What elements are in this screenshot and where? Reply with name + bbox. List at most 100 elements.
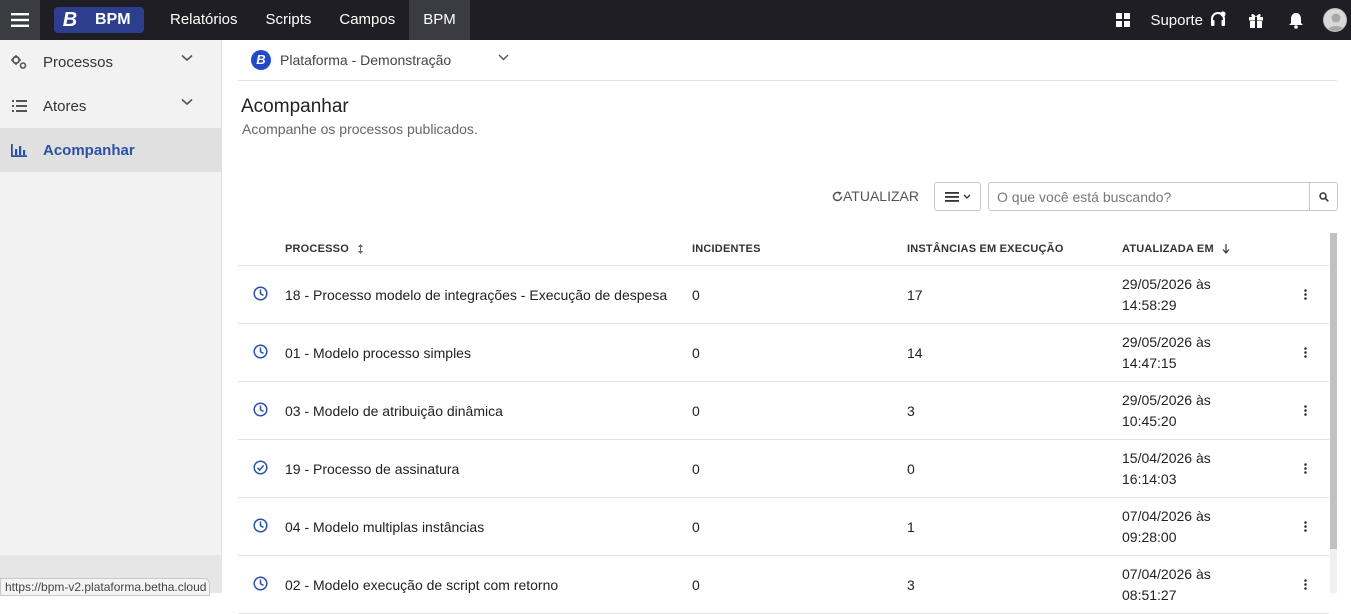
clock-icon — [253, 575, 268, 594]
process-name[interactable]: 04 - Modelo multiplas instâncias — [285, 519, 484, 535]
updated-at: 07/04/2026 às 08:51:27 — [1122, 564, 1211, 606]
column-header-incidents[interactable]: INCIDENTES — [692, 243, 761, 255]
sort-both-icon — [357, 244, 363, 254]
support-link[interactable]: Suporte — [1150, 12, 1203, 29]
column-header-label: PROCESSO — [285, 243, 349, 255]
updated-date: 29/05/2026 às — [1122, 333, 1211, 350]
process-table: PROCESSO INCIDENTES INSTÂNCIAS EM EXECUÇ… — [238, 228, 1329, 614]
updated-time: 14:47:15 — [1122, 354, 1177, 371]
table-row[interactable]: 03 - Modelo de atribuição dinâmica 0 3 29/0… — [238, 382, 1329, 440]
updated-at: 15/04/2026 às 16:14:03 — [1122, 448, 1211, 490]
updated-date: 07/04/2026 às — [1122, 565, 1211, 582]
updated-time: 14:58:29 — [1122, 296, 1177, 313]
updated-date: 07/04/2026 às — [1122, 507, 1211, 524]
table-row[interactable]: 18 - Processo modelo de integrações - Ex… — [238, 266, 1329, 324]
updated-time: 08:51:27 — [1122, 586, 1177, 603]
status-url-tooltip: https://bpm-v2.plataforma.betha.cloud — [0, 578, 210, 596]
search-icon — [1318, 191, 1329, 202]
gift-icon[interactable] — [1245, 9, 1267, 31]
check-circle-icon — [253, 459, 268, 478]
search-button[interactable] — [1309, 183, 1337, 210]
sidebar-item-processos[interactable]: Processos — [0, 40, 221, 84]
instances-count: 3 — [907, 402, 915, 419]
menu-lines-icon — [944, 191, 959, 202]
brand-name: BPM — [95, 11, 131, 28]
incidents-count: 0 — [692, 286, 700, 303]
platform-logo-icon: B — [251, 50, 271, 70]
process-name[interactable]: 19 - Processo de assinatura — [285, 461, 459, 477]
sidebar-item-acompanhar[interactable]: Acompanhar — [0, 128, 221, 172]
list-icon — [10, 97, 28, 115]
refresh-icon — [832, 191, 843, 201]
column-header-instances[interactable]: INSTÂNCIAS EM EXECUÇÃO — [907, 243, 1064, 255]
row-actions-menu-icon[interactable] — [1304, 577, 1307, 593]
bell-icon[interactable] — [1285, 9, 1307, 31]
nav-item-scripts[interactable]: Scripts — [252, 0, 326, 40]
process-name[interactable]: 02 - Modelo execução de script com retor… — [285, 577, 558, 593]
updated-date: 29/05/2026 às — [1122, 275, 1211, 292]
updated-time: 09:28:00 — [1122, 528, 1177, 545]
updated-at: 07/04/2026 às 09:28:00 — [1122, 506, 1211, 548]
incidents-count: 0 — [692, 518, 700, 535]
incidents-count: 0 — [692, 576, 700, 593]
top-navbar: B BPM Relatórios Scripts Campos BPM Supo… — [0, 0, 1351, 40]
row-actions-menu-icon[interactable] — [1304, 287, 1307, 303]
updated-date: 29/05/2026 às — [1122, 391, 1211, 408]
user-avatar[interactable] — [1323, 8, 1347, 32]
column-header-label: INSTÂNCIAS EM EXECUÇÃO — [907, 243, 1064, 255]
clock-icon — [253, 401, 268, 420]
process-name[interactable]: 01 - Modelo processo simples — [285, 345, 471, 361]
table-scrollbar[interactable] — [1330, 233, 1337, 593]
page-title: Acompanhar — [241, 96, 349, 117]
platform-selector[interactable]: B Plataforma - Demonstração — [238, 40, 1337, 81]
refresh-button[interactable]: ATUALIZAR — [832, 188, 919, 204]
page-subtitle: Acompanhe os processos publicados. — [242, 121, 478, 137]
platform-selector-label: Plataforma - Demonstração — [280, 52, 452, 68]
brand-logo-button[interactable]: B BPM — [54, 7, 144, 33]
row-actions-menu-icon[interactable] — [1304, 345, 1307, 361]
apps-grid-icon[interactable] — [1112, 9, 1134, 31]
clock-icon — [253, 285, 268, 304]
filter-menu-button[interactable] — [934, 182, 981, 211]
sidebar: Processos Atores Acompanhar — [0, 40, 222, 593]
column-header-updated[interactable]: ATUALIZADA EM — [1122, 243, 1230, 255]
row-actions-menu-icon[interactable] — [1304, 461, 1307, 477]
table-row[interactable]: 19 - Processo de assinatura 0 0 15/04/2026 … — [238, 440, 1329, 498]
updated-time: 10:45:20 — [1122, 412, 1177, 429]
table-row[interactable]: 02 - Modelo execução de script com retor… — [238, 556, 1329, 614]
table-header: PROCESSO INCIDENTES INSTÂNCIAS EM EXECUÇ… — [238, 228, 1329, 266]
column-header-process[interactable]: PROCESSO — [285, 243, 364, 255]
refresh-label: ATUALIZAR — [843, 188, 919, 204]
table-row[interactable]: 04 - Modelo multiplas instâncias 0 1 07/04/… — [238, 498, 1329, 556]
updated-date: 15/04/2026 às — [1122, 449, 1211, 466]
headset-icon[interactable] — [1207, 9, 1229, 31]
updated-at: 29/05/2026 às 14:58:29 — [1122, 274, 1211, 316]
chevron-down-icon — [181, 54, 193, 62]
instances-count: 0 — [907, 460, 915, 477]
search-input[interactable] — [989, 183, 1309, 210]
clock-icon — [253, 343, 268, 362]
search-box — [988, 182, 1338, 211]
nav-item-relatorios[interactable]: Relatórios — [156, 0, 252, 40]
instances-count: 1 — [907, 518, 915, 535]
gears-icon — [10, 53, 28, 71]
scrollbar-thumb[interactable] — [1330, 233, 1337, 549]
incidents-count: 0 — [692, 344, 700, 361]
table-row[interactable]: 01 - Modelo processo simples 0 14 29/05/202… — [238, 324, 1329, 382]
chevron-down-icon — [181, 98, 193, 106]
row-actions-menu-icon[interactable] — [1304, 519, 1307, 535]
process-name[interactable]: 18 - Processo modelo de integrações - Ex… — [285, 287, 667, 303]
instances-count: 3 — [907, 576, 915, 593]
updated-at: 29/05/2026 às 14:47:15 — [1122, 332, 1211, 374]
process-name[interactable]: 03 - Modelo de atribuição dinâmica — [285, 403, 503, 419]
row-actions-menu-icon[interactable] — [1304, 403, 1307, 419]
menu-toggle-button[interactable] — [0, 0, 40, 40]
brand-logo-icon: B — [62, 9, 78, 31]
sidebar-item-label: Atores — [43, 97, 87, 115]
instances-count: 14 — [907, 344, 923, 361]
main-content: B Plataforma - Demonstração Acompanhar A… — [223, 40, 1351, 614]
nav-item-bpm[interactable]: BPM — [409, 0, 470, 40]
chevron-down-icon — [498, 54, 509, 61]
sidebar-item-atores[interactable]: Atores — [0, 84, 221, 128]
nav-item-campos[interactable]: Campos — [325, 0, 409, 40]
